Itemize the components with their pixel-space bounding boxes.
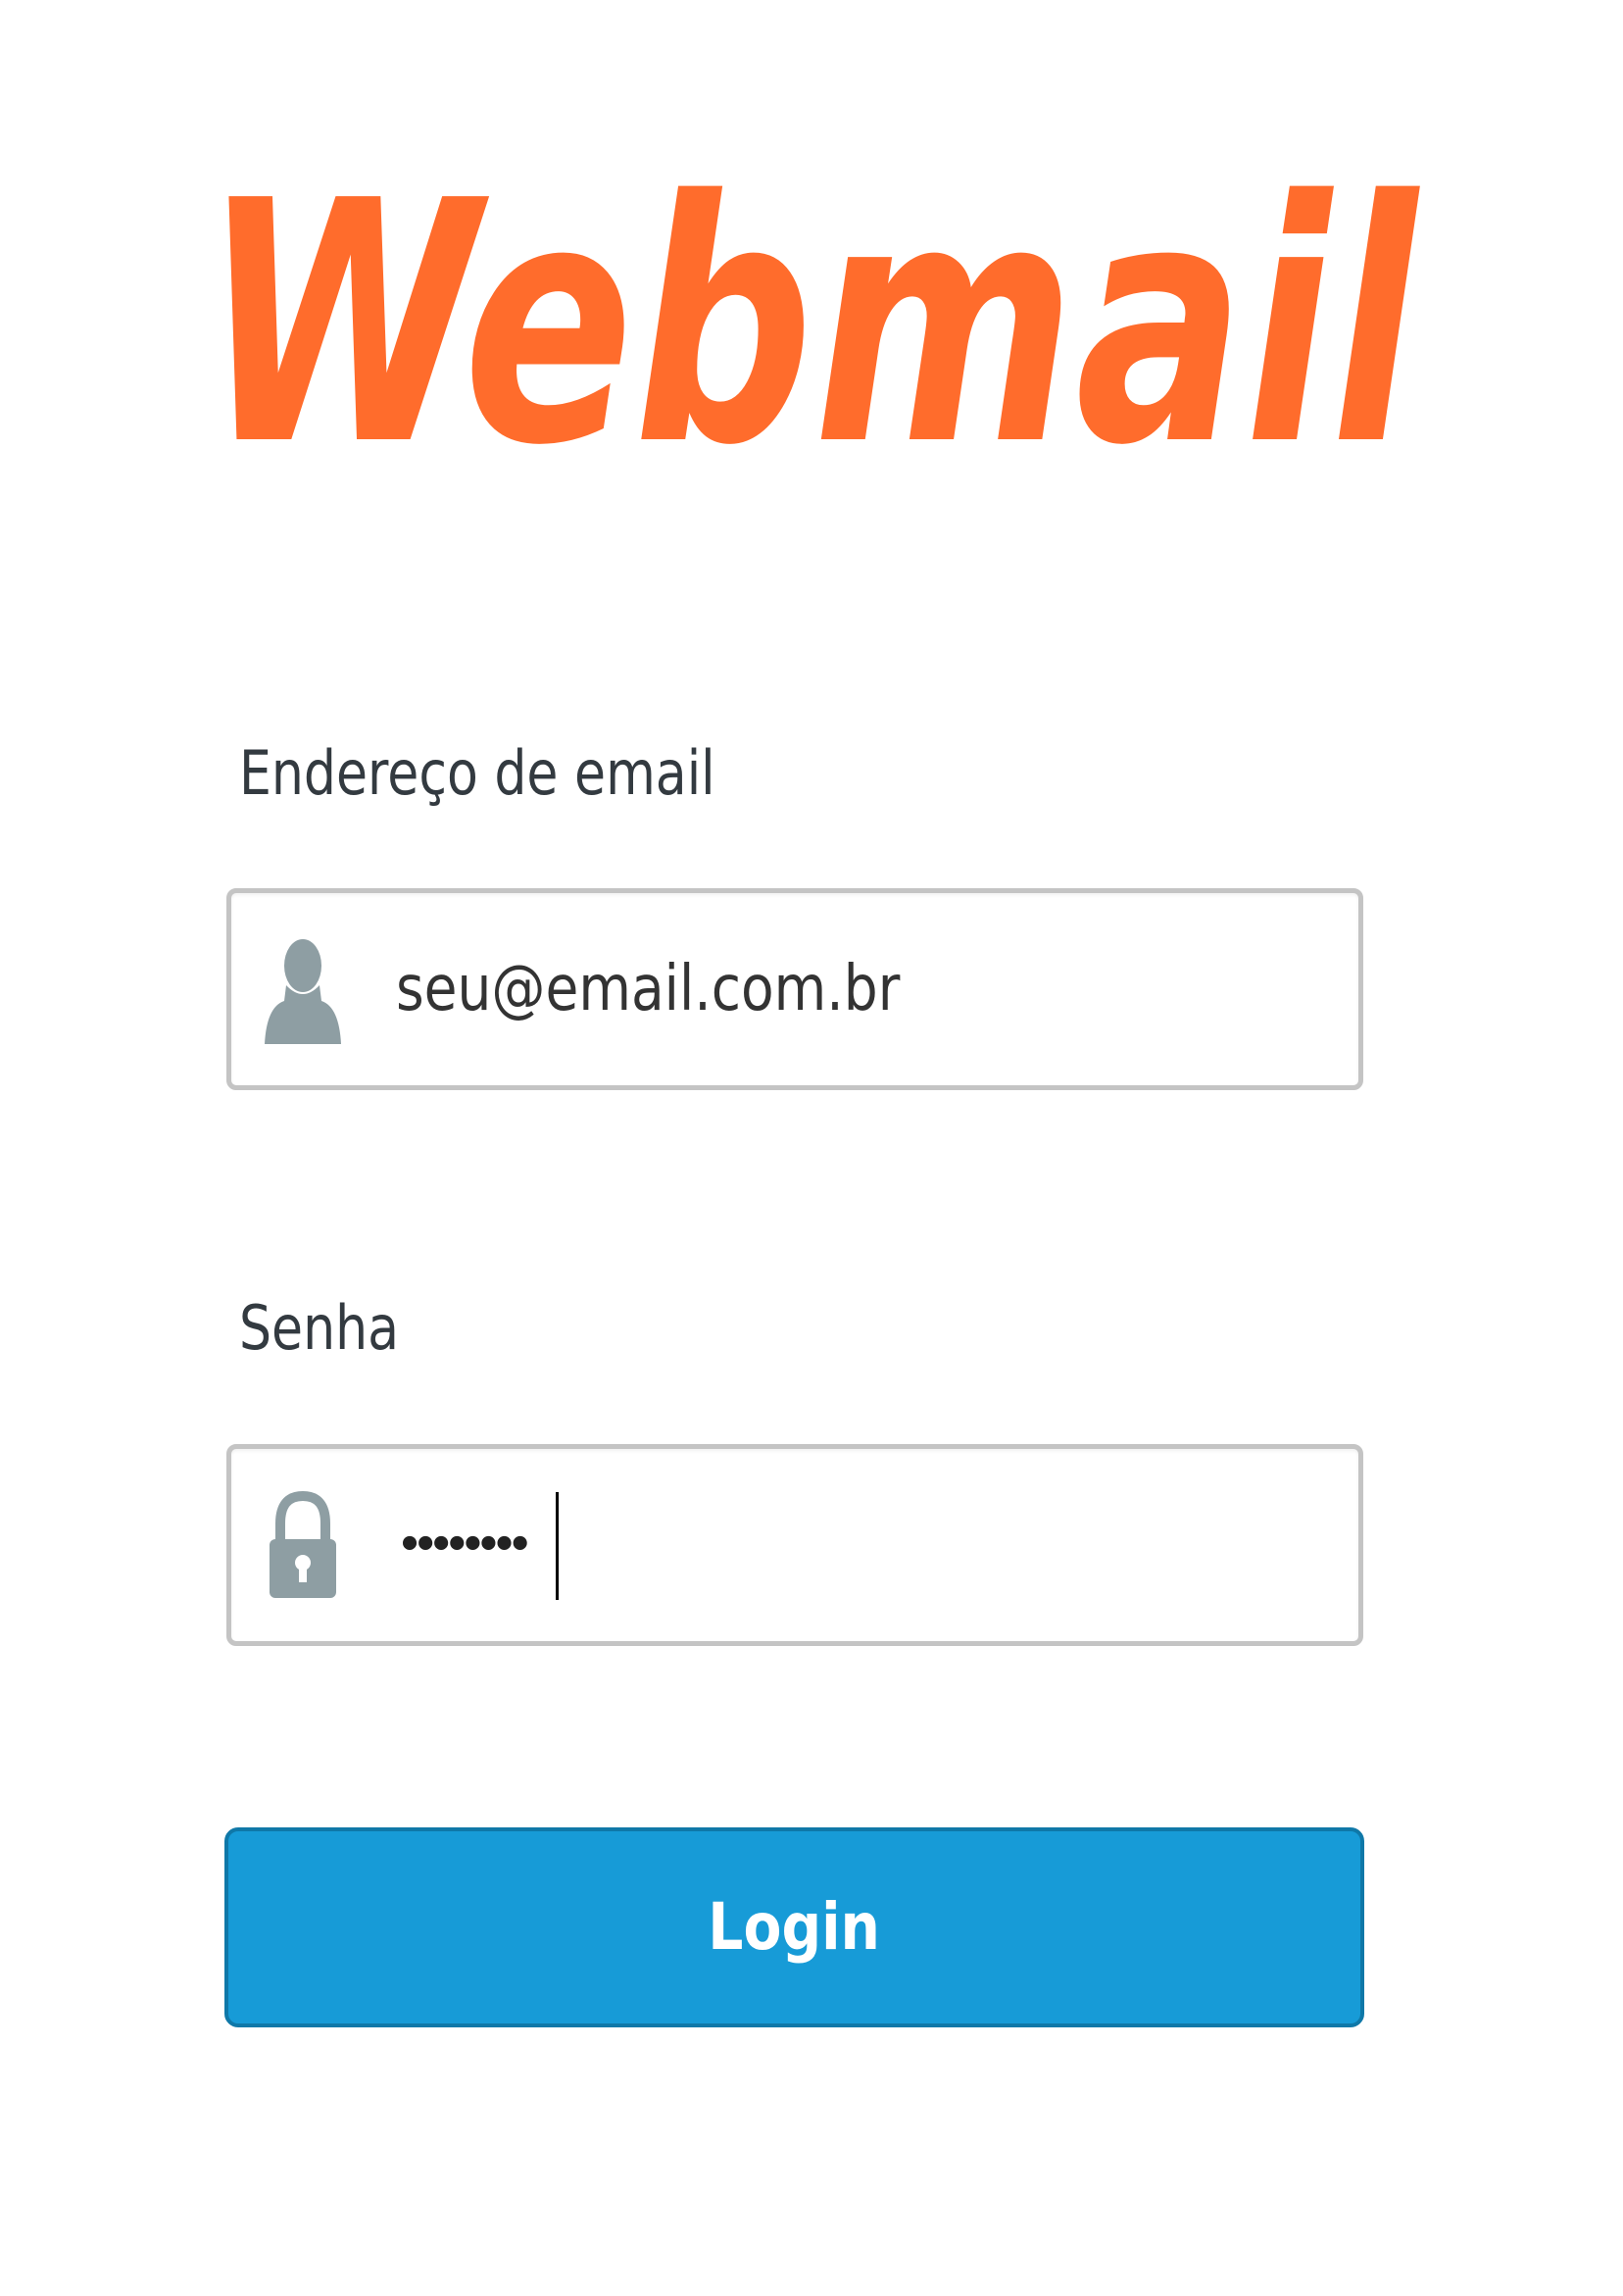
email-field[interactable]: seu@email.com.br	[226, 888, 1363, 1090]
user-icon	[265, 934, 341, 1044]
logo-text: Webmail	[202, 147, 1421, 510]
lock-icon	[265, 1490, 341, 1600]
login-button[interactable]: Login	[224, 1827, 1364, 2027]
text-caret	[556, 1492, 559, 1600]
webmail-logo: Webmail	[196, 147, 1431, 510]
password-input[interactable]: ••••••••	[398, 1449, 532, 1641]
password-label: Senha	[239, 1292, 400, 1364]
login-button-label: Login	[708, 1889, 881, 1965]
email-label: Endereço de email	[239, 737, 715, 809]
email-input[interactable]: seu@email.com.br	[396, 893, 900, 1085]
password-field[interactable]: ••••••••	[226, 1444, 1363, 1646]
